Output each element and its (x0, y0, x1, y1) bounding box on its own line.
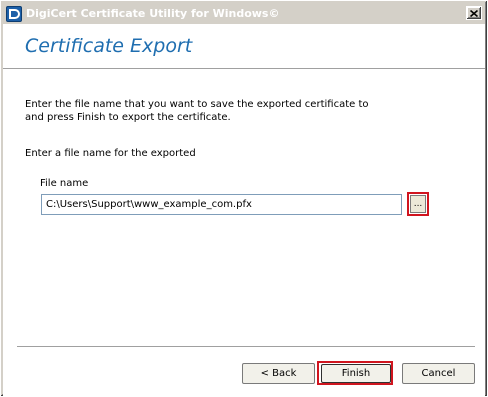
cancel-button[interactable]: Cancel (402, 363, 475, 384)
page-title: Certificate Export (25, 35, 193, 57)
back-button[interactable]: < Back (242, 363, 315, 384)
footer-separator (17, 346, 475, 348)
back-button-label: < Back (260, 368, 297, 379)
finish-button[interactable]: Finish (321, 364, 391, 383)
wizard-content: Enter the file name that you want to sav… (3, 69, 485, 396)
digicert-logo-icon (6, 5, 22, 22)
finish-button-label: Finish (341, 368, 371, 379)
browse-highlight-box: ... (407, 192, 429, 216)
window-title: DigiCert Certificate Utility for Windows… (26, 7, 280, 20)
close-button[interactable] (466, 6, 482, 20)
instructions-text: Enter the file name that you want to sav… (25, 98, 465, 124)
file-name-label: File name (40, 178, 89, 189)
wizard-header: Certificate Export (3, 24, 485, 69)
cancel-button-label: Cancel (421, 368, 456, 379)
export-dialog-window: DigiCert Certificate Utility for Windows… (0, 0, 488, 397)
browse-button[interactable]: ... (410, 195, 426, 213)
title-bar[interactable]: DigiCert Certificate Utility for Windows… (3, 3, 485, 24)
close-icon (470, 9, 478, 17)
file-name-input[interactable] (41, 194, 402, 215)
instructions-line-1: Enter the file name that you want to sav… (25, 99, 369, 110)
instructions-line-2: and press Finish to export the certifica… (25, 112, 231, 123)
finish-highlight-box: Finish (317, 361, 393, 385)
sub-instruction: Enter a file name for the exported (25, 148, 196, 159)
